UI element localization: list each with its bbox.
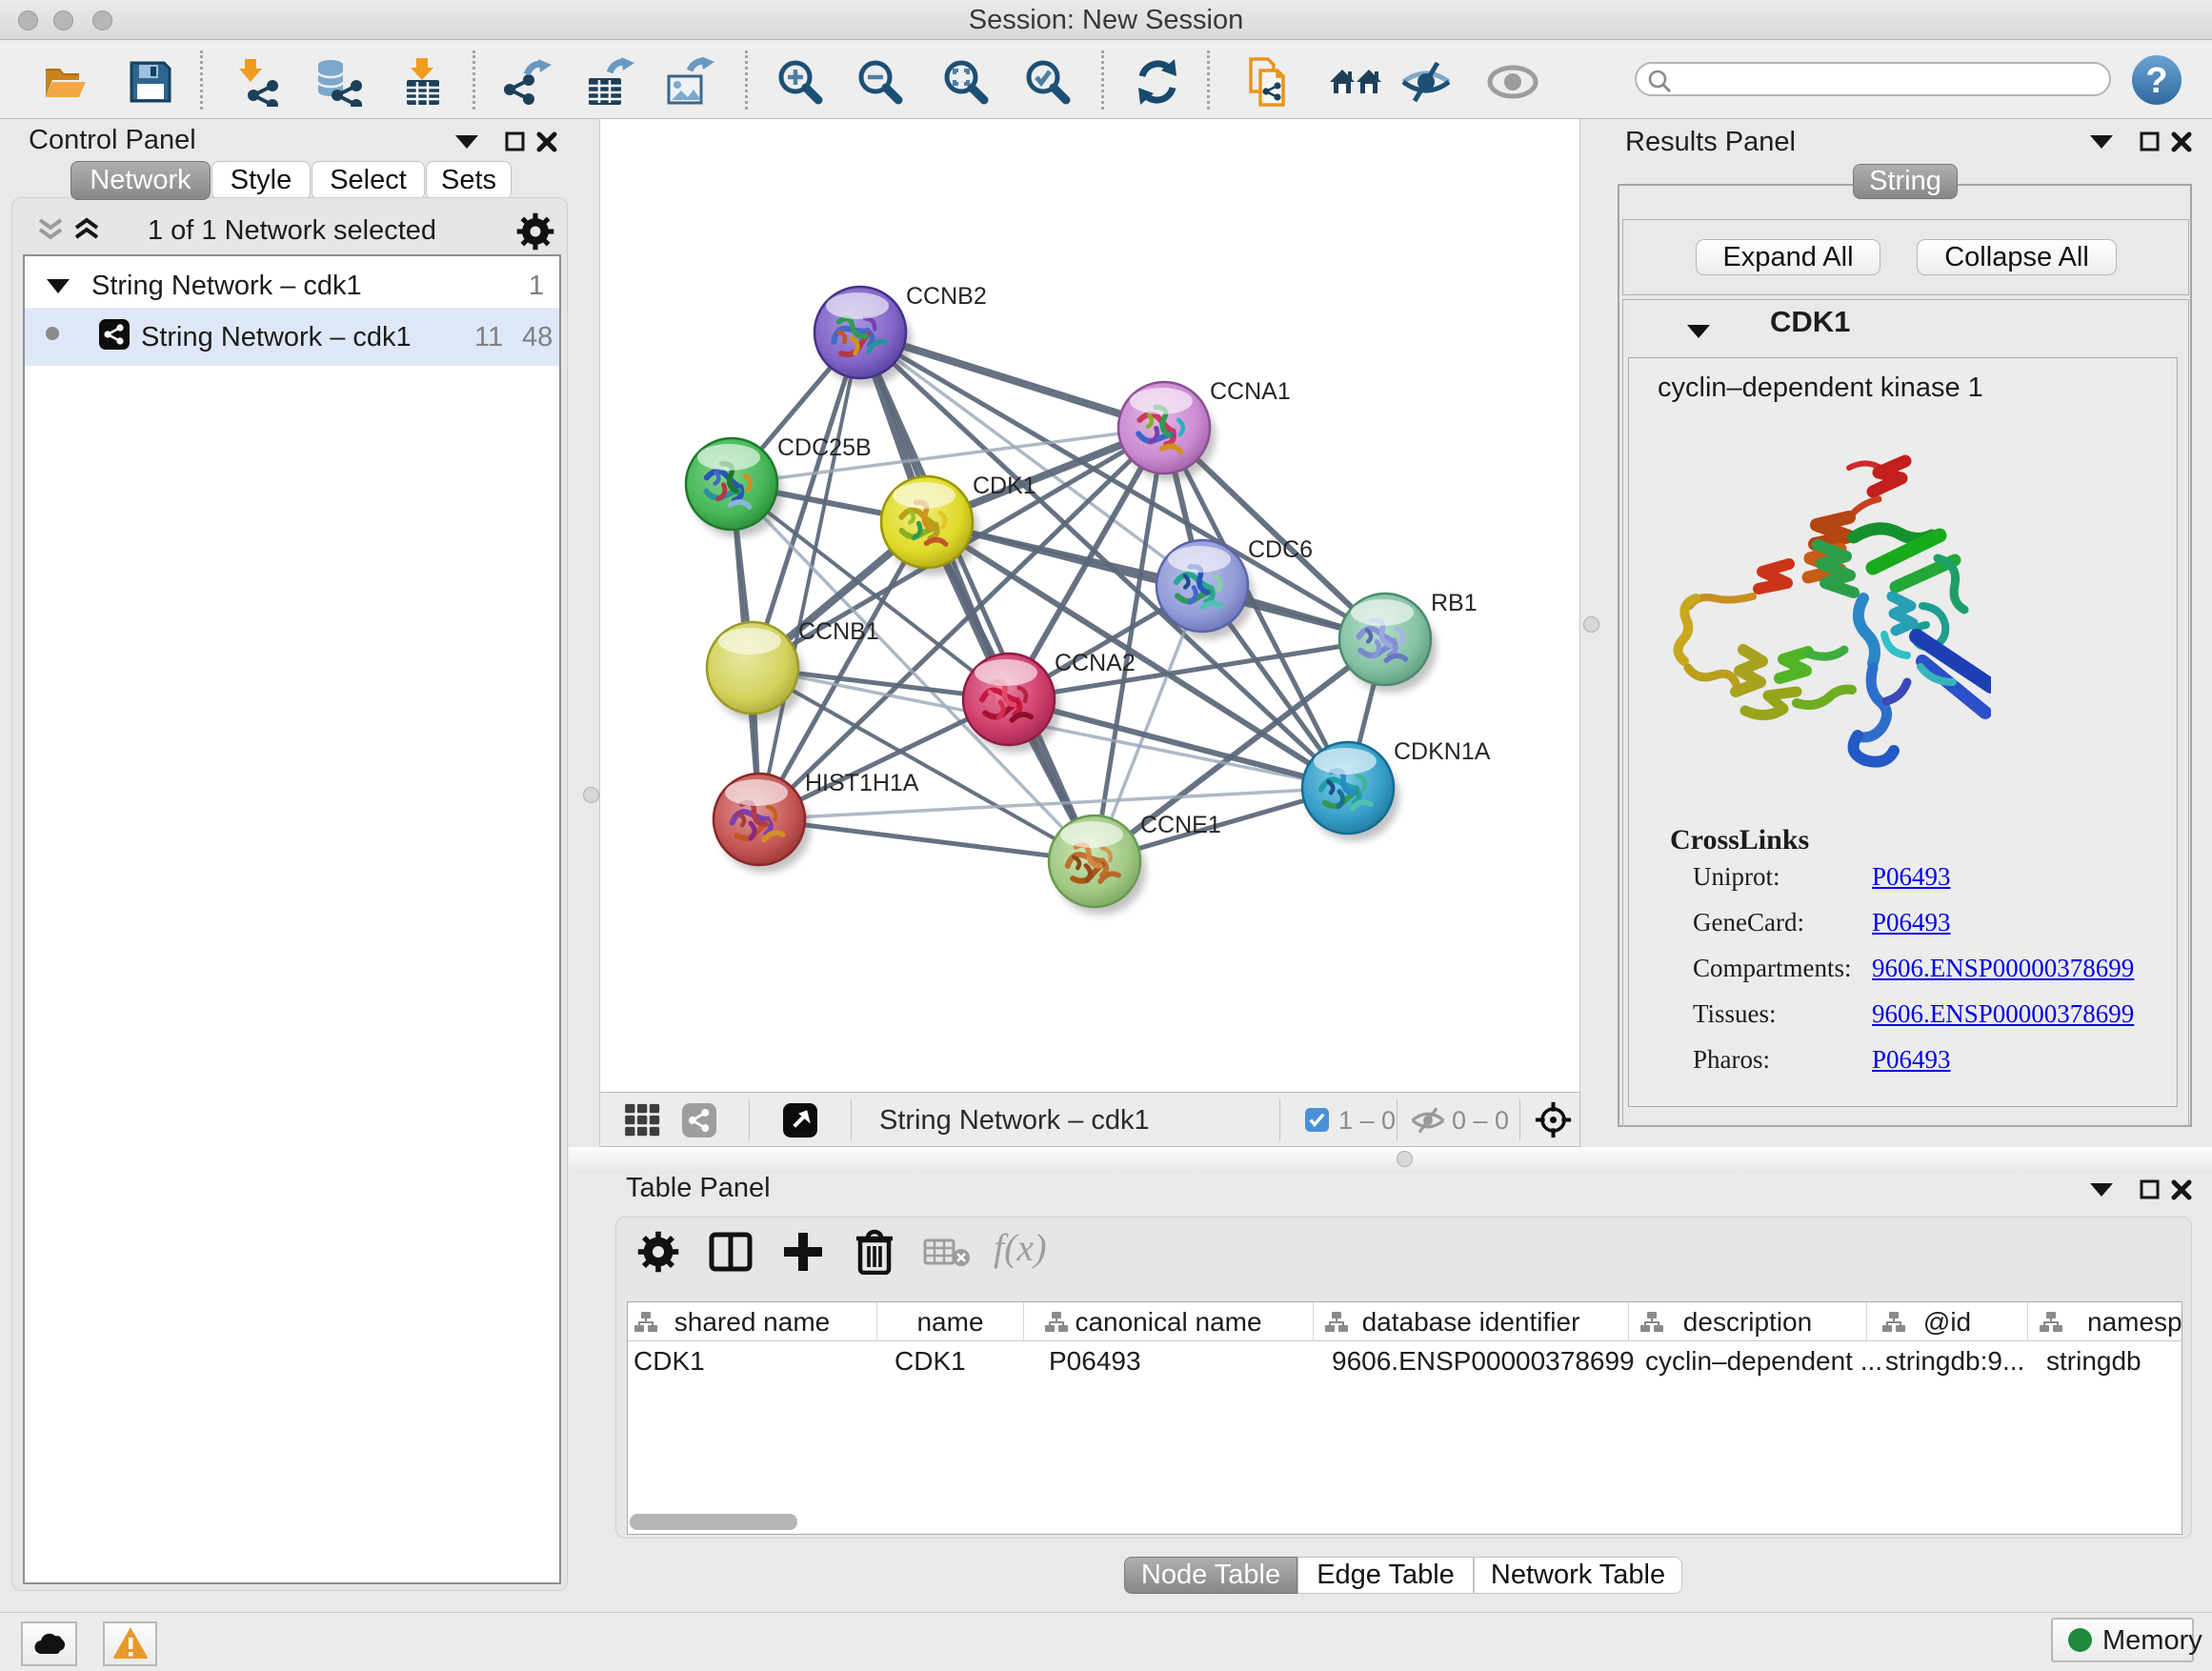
svg-text:CCNA2: CCNA2: [1055, 650, 1136, 676]
svg-text:CDC6: CDC6: [1248, 536, 1313, 563]
svg-text:CDK1: CDK1: [973, 473, 1036, 499]
svg-text:CCNA1: CCNA1: [1210, 378, 1291, 405]
svg-text:?: ?: [2145, 61, 2167, 101]
svg-text:RB1: RB1: [1431, 590, 1478, 616]
svg-text:CDC25B: CDC25B: [777, 434, 872, 461]
svg-text:CDKN1A: CDKN1A: [1394, 738, 1491, 765]
svg-text:CCNB2: CCNB2: [906, 283, 987, 310]
svg-text:CCNE1: CCNE1: [1140, 812, 1221, 838]
svg-text:HIST1H1A: HIST1H1A: [805, 770, 919, 796]
svg-text:CCNB1: CCNB1: [798, 618, 879, 645]
